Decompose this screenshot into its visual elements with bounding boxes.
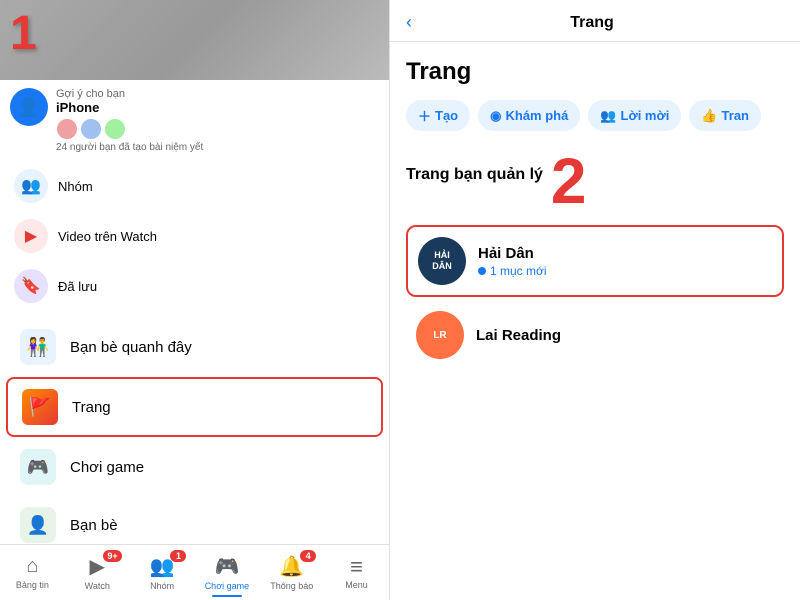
tab-loi-moi[interactable]: 👥 Lời mời (588, 100, 681, 131)
page-title: Trang (406, 58, 784, 86)
nav-menu[interactable]: ≡ Menu (324, 550, 389, 596)
tab-kham-pha[interactable]: ◉ Khám phá (478, 100, 580, 131)
left-panel: 1 👤 Gợi ý cho bạn iPhone 24 người bạn đã… (0, 0, 390, 600)
lai-reading-info: Lai Reading (476, 327, 774, 344)
tao-label: Tạo (435, 108, 458, 123)
profile-name: iPhone (56, 100, 379, 115)
loi-moi-icon: 👥 (600, 108, 616, 124)
video-icon: ▶ (14, 219, 48, 253)
hai-dan-name: Hải Dân (478, 245, 772, 262)
step-number-1: 1 (10, 10, 37, 58)
lai-reading-avatar: LR (416, 311, 464, 359)
nhom-badge: 1 (170, 550, 186, 562)
profile-area: 👤 Gợi ý cho bạn iPhone 24 người bạn đã t… (0, 80, 389, 157)
hai-dan-info: Hải Dân 1 mục mới (478, 245, 772, 278)
section-header: Trang bạn quản lý 2 (406, 149, 784, 213)
nav-thong-bao[interactable]: 🔔 4 Thông báo (259, 548, 324, 597)
tabs-row: ＋ Tạo ◉ Khám phá 👥 Lời mời 👍 Tran (406, 100, 784, 131)
profile-suggest-label: Gợi ý cho bạn (56, 88, 379, 100)
nhom-nav-label: Nhóm (150, 581, 174, 591)
kham-pha-label: Khám phá (505, 108, 568, 123)
friend-avatar-2 (80, 118, 102, 140)
video-label: Video trên Watch (58, 229, 157, 244)
menu-item-choi-game[interactable]: 🎮 Chơi game (6, 439, 383, 495)
sidebar-item-da-luu[interactable]: 🔖 Đã lưu (10, 261, 379, 311)
friend-avatars (56, 118, 379, 140)
menu-item-ban-be-quanh-day[interactable]: 👫 Bạn bè quanh đây (6, 319, 383, 375)
tab-tao[interactable]: ＋ Tạo (406, 100, 470, 131)
page-item-lai-reading[interactable]: LR Lai Reading (406, 301, 784, 369)
hai-dan-avatar: HẢIDÂN (418, 237, 466, 285)
friend-avatar-3 (104, 118, 126, 140)
bottom-nav: ⌂ Bảng tin ▶ 9+ Watch 👥 1 Nhóm 🎮 Chơi ga… (0, 544, 389, 600)
step-number-2: 2 (551, 149, 587, 213)
menu-icon: ≡ (350, 556, 363, 578)
ban-be-quanh-day-label: Bạn bè quanh đây (70, 339, 192, 356)
profile-info: Gợi ý cho bạn iPhone 24 người bạn đã tạo… (56, 88, 379, 153)
nav-watch[interactable]: ▶ 9+ Watch (65, 548, 130, 597)
choi-game-nav-label: Chơi game (205, 581, 249, 591)
thong-bao-badge: 4 (300, 550, 316, 562)
section-title: Trang bạn quản lý (406, 166, 543, 184)
menu-item-ban-be[interactable]: 👤 Bạn bè (6, 497, 383, 544)
choi-game-icon: 🎮 (20, 449, 56, 485)
back-button[interactable]: ‹ (406, 12, 412, 33)
da-luu-label: Đã lưu (58, 279, 97, 294)
lai-reading-name: Lai Reading (476, 327, 774, 344)
photo-bg (0, 0, 389, 80)
hai-dan-sub: 1 mục mới (478, 264, 772, 278)
photo-strip: 1 (0, 0, 389, 80)
sidebar-item-video[interactable]: ▶ Video trên Watch (10, 211, 379, 261)
tao-icon: ＋ (418, 106, 431, 125)
menu-item-trang[interactable]: 🚩 Trang (6, 377, 383, 437)
nav-nhom[interactable]: 👥 1 Nhóm (130, 548, 195, 597)
trang-label: Trang (72, 399, 111, 416)
loi-moi-label: Lời mời (621, 108, 670, 123)
nhom-icon: 👥 (14, 169, 48, 203)
watch-badge: 9+ (103, 550, 121, 562)
nhom-label: Nhóm (58, 179, 93, 194)
friend-avatar-1 (56, 118, 78, 140)
bang-tin-icon: ⌂ (26, 555, 38, 578)
nav-bang-tin[interactable]: ⌂ Bảng tin (0, 549, 65, 596)
left-sidebar-items: 👥 Nhóm ▶ Video trên Watch 🔖 Đã lưu (0, 157, 389, 315)
menu-section: 👫 Bạn bè quanh đây 🚩 Trang 🎮 Chơi game 👤… (0, 315, 389, 544)
choi-game-nav-icon: 🎮 (214, 554, 239, 579)
menu-nav-label: Menu (345, 580, 368, 590)
page-item-hai-dan[interactable]: HẢIDÂN Hải Dân 1 mục mới (406, 225, 784, 297)
choi-game-label: Chơi game (70, 459, 144, 476)
hai-dan-sub-text: 1 mục mới (490, 264, 547, 278)
bang-tin-label: Bảng tin (16, 580, 49, 590)
sidebar-item-nhom[interactable]: 👥 Nhóm (10, 161, 379, 211)
right-header: ‹ Trang (390, 0, 800, 42)
active-indicator (212, 595, 242, 597)
thong-bao-label: Thông báo (270, 581, 313, 591)
right-panel: ‹ Trang Trang ＋ Tạo ◉ Khám phá 👥 Lời mời… (390, 0, 800, 600)
hai-dan-dot (478, 267, 486, 275)
tran-label: Tran (722, 108, 749, 123)
trang-icon: 🚩 (22, 389, 58, 425)
ban-be-label: Bạn bè (70, 517, 118, 534)
kham-pha-icon: ◉ (490, 108, 501, 124)
nav-choi-game[interactable]: 🎮 Chơi game (194, 548, 259, 597)
right-header-title: Trang (424, 14, 760, 32)
watch-label: Watch (85, 581, 110, 591)
right-content: Trang ＋ Tạo ◉ Khám phá 👥 Lời mời 👍 Tran … (390, 42, 800, 600)
tran-icon: 👍 (701, 108, 717, 124)
avatar: 👤 (10, 88, 48, 126)
tab-tran[interactable]: 👍 Tran (689, 100, 761, 131)
ban-be-icon: 👤 (20, 507, 56, 543)
profile-desc: 24 người bạn đã tạo bài niệm yết (56, 142, 379, 153)
ban-be-quanh-day-icon: 👫 (20, 329, 56, 365)
da-luu-icon: 🔖 (14, 269, 48, 303)
